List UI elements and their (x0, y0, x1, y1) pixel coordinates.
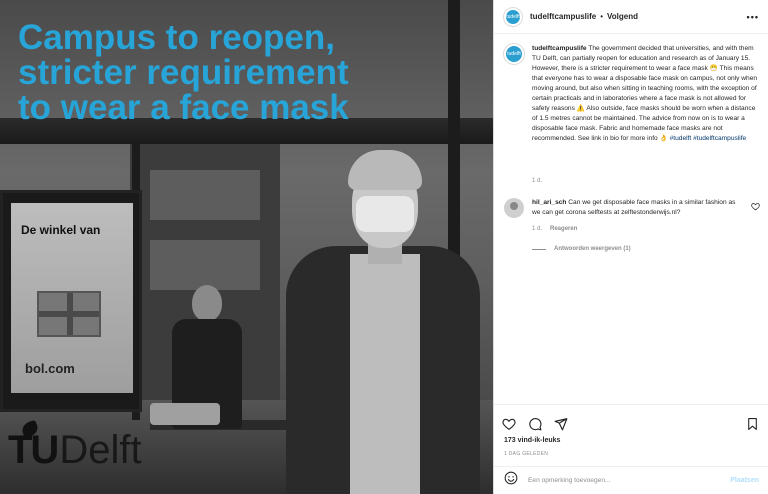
comment-text: hil_ari_sch Can we get disposable face m… (532, 198, 742, 218)
headline-line: stricter requirement (18, 53, 349, 92)
heart-icon[interactable] (502, 417, 516, 431)
post-panel: tudelft tudelftcampuslife • Volgend ••• … (493, 0, 768, 494)
share-icon[interactable] (554, 417, 568, 431)
comment-username[interactable]: hil_ari_sch (532, 199, 566, 206)
follow-button[interactable]: Volgend (607, 12, 638, 21)
standing-person (260, 150, 490, 494)
post-comment-button[interactable]: Plaatsen (730, 477, 759, 484)
building-window (150, 240, 260, 290)
comment-meta: 1 d. Reageren (532, 226, 577, 232)
post-timestamp: 1 DAG GELEDEN (504, 451, 549, 457)
add-comment-bar: Plaatsen (494, 466, 768, 494)
emoji-icon[interactable] (504, 471, 518, 490)
username-link[interactable]: tudelftcampuslife (530, 12, 596, 21)
headline-line: Campus to reopen, (18, 18, 335, 57)
comment: hil_ari_sch Can we get disposable face m… (504, 198, 760, 218)
avatar-text: tudelft (507, 51, 521, 57)
reply-button[interactable]: Reageren (550, 226, 577, 232)
logo-tu: TU (8, 428, 59, 472)
building-window (150, 170, 260, 220)
separator: • (600, 12, 604, 21)
ad-brand: bol.com (25, 361, 75, 376)
caption-body: The government decided that universities… (532, 45, 758, 142)
avatar-text: tudelft (506, 13, 520, 20)
logo-delft: Delft (59, 428, 142, 472)
tu-delft-logo: TU Delft (8, 419, 142, 472)
caption-hashtags[interactable]: #tudelft #tudelftcampuslife (670, 135, 747, 142)
comment-input[interactable] (528, 477, 718, 484)
ad-title: De winkel van (21, 223, 101, 237)
avatar[interactable]: tudelft (504, 44, 524, 64)
comment-timestamp: 1 d. (532, 226, 543, 232)
gift-box-graphic (37, 291, 101, 337)
action-bar (494, 404, 768, 434)
view-replies-button[interactable]: Antwoorden weergeven (1) (532, 246, 631, 252)
more-horizontal-icon[interactable]: ••• (747, 12, 759, 22)
post-header: tudelft tudelftcampuslife • Volgend ••• (494, 0, 768, 34)
comment-icon[interactable] (528, 417, 542, 431)
caption-username[interactable]: tudelftcampuslife (532, 45, 587, 52)
seated-person (150, 285, 250, 485)
caption-timestamp: 1 d. (532, 178, 543, 184)
bookmark-icon[interactable] (746, 417, 759, 431)
divider (532, 248, 546, 250)
avatar[interactable]: tudelft (504, 7, 522, 26)
avatar[interactable] (504, 198, 524, 218)
caption-text: tudelftcampuslife The government decided… (532, 44, 760, 144)
advertisement-panel: De winkel van bol.com (0, 190, 142, 412)
face-mask (356, 196, 414, 232)
headline-line: to wear a face mask (18, 88, 349, 127)
headline: Campus to reopen, stricter requirement t… (18, 20, 488, 125)
heart-icon[interactable] (751, 202, 760, 213)
post-image[interactable]: De winkel van bol.com Campus to reopen, … (0, 0, 493, 494)
view-replies-label: Antwoorden weergeven (1) (554, 246, 631, 252)
caption: tudelft tudelftcampuslife The government… (504, 44, 760, 144)
likes-count[interactable]: 173 vind-ik-leuks (504, 437, 560, 444)
